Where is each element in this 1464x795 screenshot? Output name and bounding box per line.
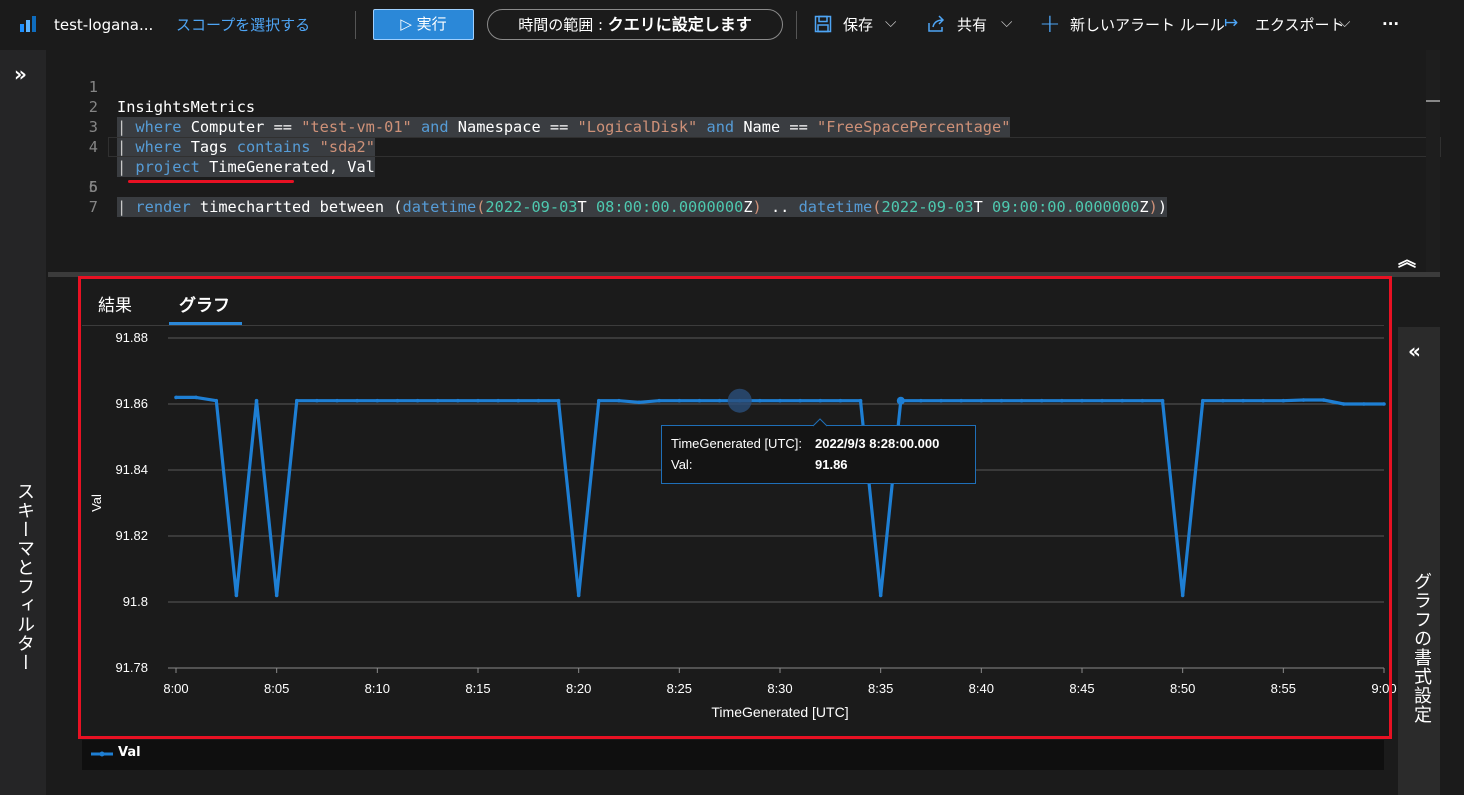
chart-legend	[82, 740, 1384, 770]
time-range-button[interactable]: 時間の範囲 : クエリに設定します	[487, 9, 783, 40]
run-button[interactable]: ▷ 実行	[373, 9, 474, 40]
chevron-down-icon[interactable]: ⌵	[885, 13, 896, 31]
command-bar: test-logana... スコープを選択する ▷ 実行 時間の範囲 : クエ…	[0, 0, 1464, 50]
time-range-value: クエリに設定します	[607, 15, 752, 34]
expand-format-icon[interactable]: «	[1408, 339, 1421, 363]
code-line: 5 | where TimeGenerated between (datetim…	[48, 137, 1441, 217]
chart-formatting-pane[interactable]: « グラフの書式設定	[1398, 327, 1440, 795]
workspace-tab-title[interactable]: test-logana...	[54, 15, 153, 35]
collapse-editor-icon[interactable]: ︽	[1398, 246, 1416, 272]
code-line: 1 InsightsMetrics	[48, 57, 1440, 116]
more-options-button[interactable]: ···	[1382, 14, 1399, 34]
query-token: | render timechart	[117, 197, 283, 217]
toolbar-divider	[355, 11, 356, 39]
play-icon: ▷	[400, 15, 412, 33]
toolbar-divider	[796, 11, 797, 39]
line-number: 7	[88, 198, 98, 216]
time-range-prefix: 時間の範囲 :	[518, 16, 604, 34]
scroll-position-marker	[1426, 100, 1440, 102]
export-icon: ↦	[1224, 13, 1239, 33]
select-scope-link[interactable]: スコープを選択する	[176, 15, 310, 35]
share-button[interactable]: 共有	[957, 15, 987, 35]
schema-filter-label: スキーマとフィルター	[14, 482, 35, 672]
code-line: 2 | where Computer == "test-vm-01" and N…	[48, 77, 1440, 137]
save-icon	[814, 15, 832, 37]
highlight-box	[78, 276, 1392, 739]
query-editor[interactable]: 1 InsightsMetrics 2 | where Computer == …	[48, 50, 1441, 272]
chevron-down-icon[interactable]: ⌵	[1339, 13, 1350, 31]
expand-schema-icon[interactable]: »	[14, 62, 27, 86]
log-analytics-icon	[18, 14, 38, 38]
current-line-highlight	[108, 137, 1441, 157]
chart-formatting-label: グラフの書式設定	[1411, 572, 1432, 724]
plus-icon: +	[1039, 9, 1061, 39]
schema-filter-pane[interactable]: » スキーマとフィルター	[0, 50, 46, 795]
legend-label-val[interactable]: Val	[118, 745, 141, 760]
code-line: 4 | project TimeGenerated, Val	[48, 117, 1440, 177]
run-button-label: 実行	[416, 15, 447, 33]
new-alert-rule-button[interactable]: 新しいアラート ルール	[1070, 15, 1225, 35]
save-button[interactable]: 保存	[843, 15, 873, 35]
chevron-down-icon[interactable]: ⌵	[1001, 13, 1012, 31]
export-button[interactable]: エクスポート	[1255, 15, 1345, 35]
share-icon	[926, 14, 946, 38]
legend-line-marker[interactable]	[90, 750, 114, 758]
code-line: 3 | where Tags contains "sda2"	[48, 97, 1440, 157]
code-line: 6 | render timechart	[48, 157, 1440, 217]
editor-scrollbar[interactable]	[1426, 50, 1440, 272]
render-timechart-underline	[128, 180, 294, 183]
